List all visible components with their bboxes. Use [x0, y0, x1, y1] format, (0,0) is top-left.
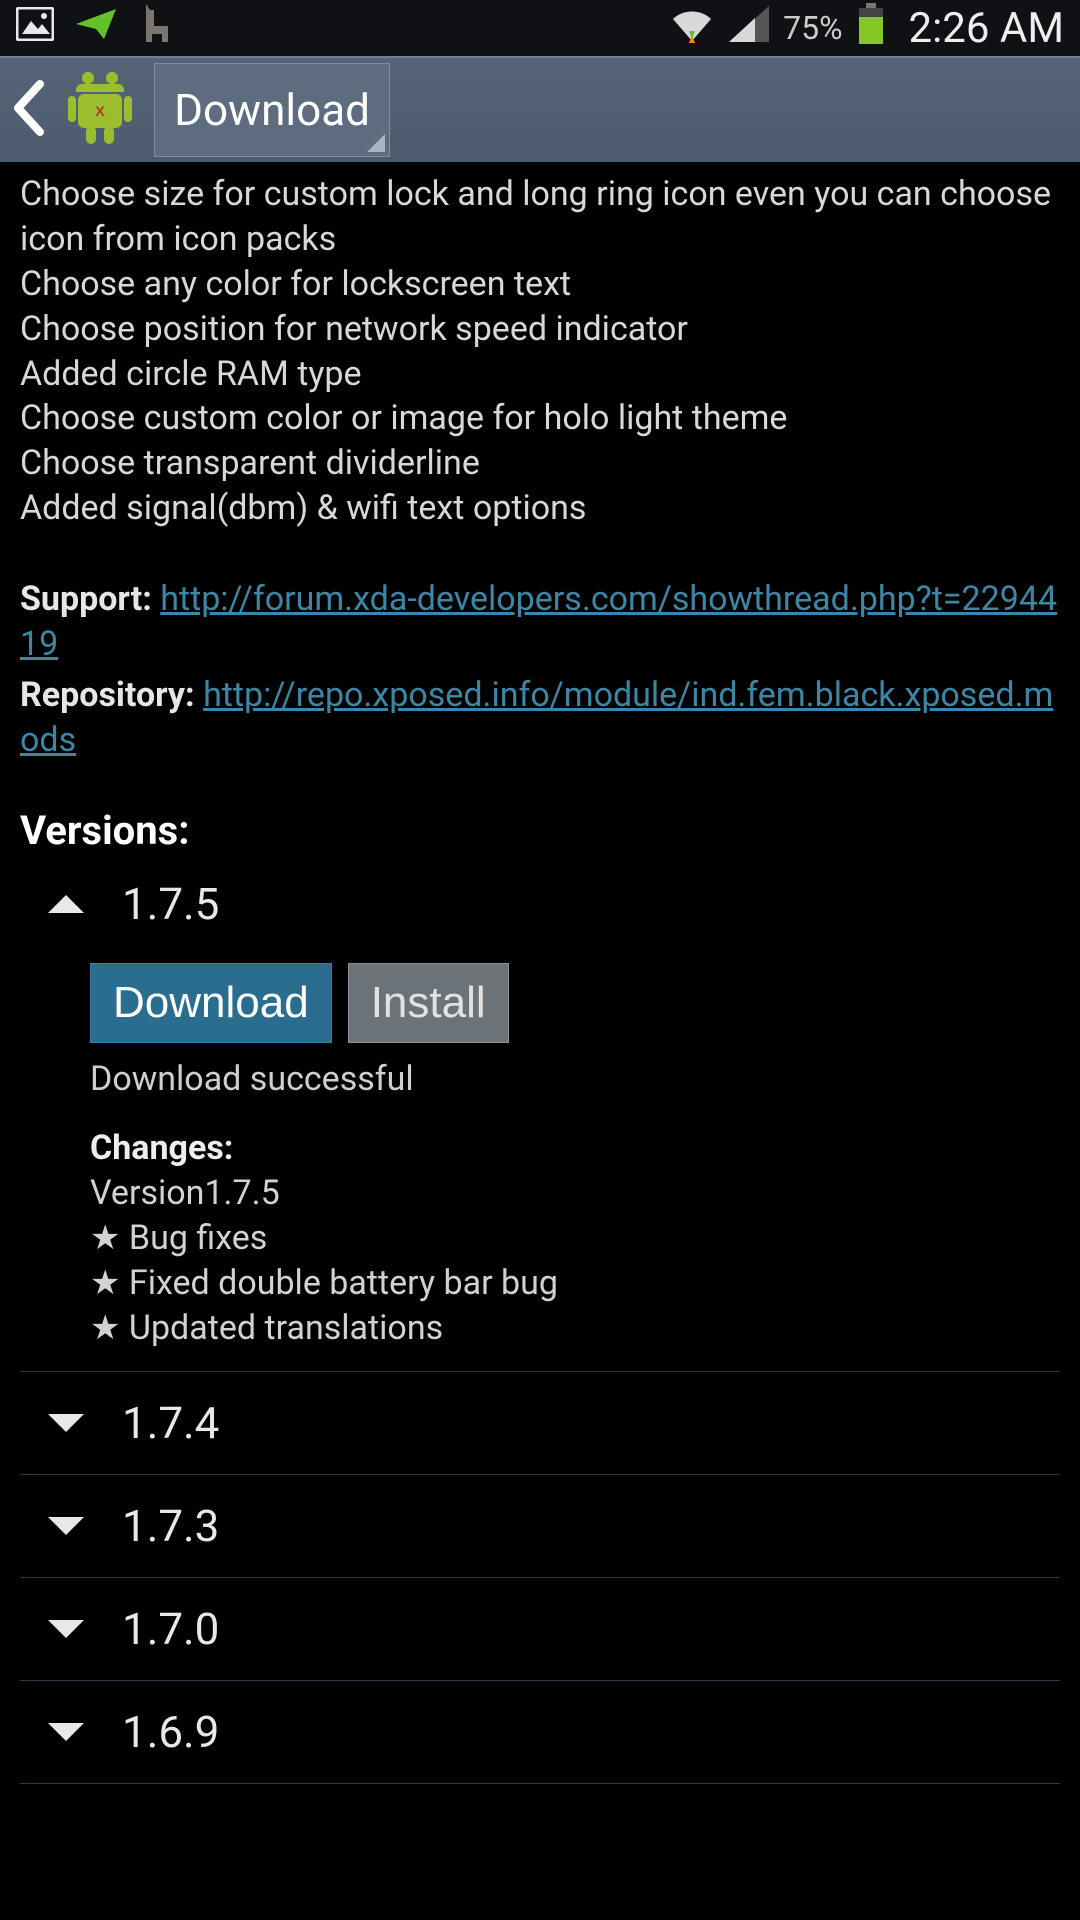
clock: 2:26 AM [909, 4, 1064, 53]
changelog-line: Version1.7.5 [90, 1171, 1060, 1216]
versions-header: Versions: [20, 805, 1060, 858]
download-button[interactable]: Download [90, 963, 332, 1043]
version-name: 1.7.3 [122, 1497, 219, 1555]
description-line: Choose any color for lockscreen text [20, 262, 1060, 307]
description-line: Added circle RAM type [20, 352, 1060, 397]
back-button[interactable] [10, 78, 46, 142]
support-row: Support: http://forum.xda-developers.com… [20, 577, 1060, 667]
expand-icon [48, 1414, 84, 1432]
wifi-icon [669, 5, 715, 52]
version-row[interactable]: 1.7.4 [20, 1372, 1060, 1475]
support-link[interactable]: http://forum.xda-developers.com/showthre… [20, 579, 1057, 664]
version-row[interactable]: 1.6.9 [20, 1681, 1060, 1784]
description-line: Added signal(dbm) & wifi text options [20, 486, 1060, 531]
svg-text:X: X [95, 103, 105, 119]
version-name: 1.7.0 [122, 1600, 219, 1658]
navigation-spinner-label: Download [174, 84, 370, 136]
action-bar: X Download [0, 56, 1080, 162]
description-line: Choose position for network speed indica… [20, 307, 1060, 352]
xposed-app-icon[interactable]: X [64, 68, 136, 152]
version-name: 1.7.5 [122, 875, 219, 933]
install-button[interactable]: Install [348, 963, 509, 1043]
repository-label: Repository: [20, 675, 203, 715]
paper-plane-icon [74, 7, 118, 50]
llama-icon [138, 4, 172, 53]
description-line: Choose transparent dividerline [20, 441, 1060, 486]
status-bar: 75% 2:26 AM [0, 0, 1080, 56]
module-description: Choose size for custom lock and long rin… [20, 172, 1060, 531]
changelog-line: ★ Bug fixes [90, 1216, 1060, 1261]
support-label: Support: [20, 579, 160, 619]
description-line: Choose custom color or image for holo li… [20, 396, 1060, 441]
changelog-title: Changes: [90, 1126, 1060, 1171]
expand-icon [48, 1620, 84, 1638]
version-expanded-body: Download Install Download successful Cha… [20, 963, 1060, 1371]
cellular-signal-icon [729, 6, 769, 51]
repository-row: Repository: http://repo.xposed.info/modu… [20, 673, 1060, 763]
version-name: 1.6.9 [122, 1703, 219, 1761]
expand-icon [48, 1723, 84, 1741]
changelog: Changes: Version1.7.5★ Bug fixes★ Fixed … [90, 1126, 1060, 1350]
version-row[interactable]: 1.7.3 [20, 1475, 1060, 1578]
battery-icon [857, 3, 885, 54]
version-row-expanded[interactable]: 1.7.5 [20, 865, 1060, 955]
expand-icon [48, 1517, 84, 1535]
download-status: Download successful [90, 1057, 1060, 1102]
battery-percent: 75% [783, 9, 842, 47]
version-row[interactable]: 1.7.0 [20, 1578, 1060, 1681]
description-line: Choose size for custom lock and long rin… [20, 172, 1060, 262]
changelog-line: ★ Fixed double battery bar bug [90, 1261, 1060, 1306]
navigation-spinner[interactable]: Download [154, 63, 390, 157]
changelog-line: ★ Updated translations [90, 1306, 1060, 1351]
content-scroll[interactable]: Choose size for custom lock and long rin… [0, 162, 1080, 1784]
gallery-notification-icon [16, 7, 54, 50]
collapse-icon [48, 895, 84, 913]
version-name: 1.7.4 [122, 1394, 219, 1452]
